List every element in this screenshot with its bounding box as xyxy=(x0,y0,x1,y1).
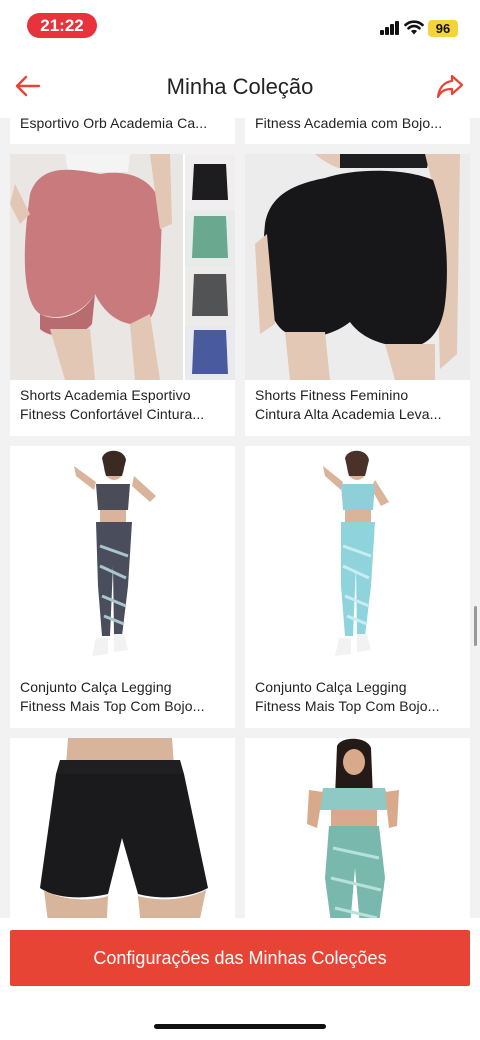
product-title-line: Shorts Academia Esportivo xyxy=(20,387,191,403)
product-image xyxy=(245,446,470,672)
page-title: Minha Coleção xyxy=(166,74,314,99)
product-card[interactable]: Conjunto Calça Legging Fitness Mais Top … xyxy=(10,446,235,728)
product-image xyxy=(245,154,470,380)
share-arrow-icon[interactable] xyxy=(434,70,466,102)
status-bar: 21:22 96 xyxy=(0,0,480,52)
product-image xyxy=(10,738,235,918)
product-image xyxy=(245,738,470,918)
product-title-line: Conjunto Calça Legging xyxy=(20,679,172,695)
product-card[interactable] xyxy=(10,738,235,918)
status-time: 21:22 xyxy=(27,13,97,38)
product-card[interactable]: Shorts Fitness Feminino Cintura Alta Aca… xyxy=(245,154,470,436)
product-title-line: Esportivo Orb Academia Ca... xyxy=(20,118,208,131)
product-image xyxy=(10,446,235,672)
screen: 21:22 96 Minha Coleção Esportivo Orb Aca… xyxy=(0,0,480,1040)
home-indicator xyxy=(154,1024,326,1029)
footer-bar: Configurações das Minhas Coleções xyxy=(0,918,480,1040)
collection-settings-button[interactable]: Configurações das Minhas Coleções xyxy=(10,930,470,986)
product-title-line: Fitness Academia com Bojo... xyxy=(255,118,443,131)
wifi-icon xyxy=(404,20,424,35)
product-title-line: Fitness Confortável Cintura... xyxy=(20,405,205,422)
product-title-line: Cintura Alta Academia Leva... xyxy=(255,405,442,422)
product-card[interactable]: Shorts Academia Esportivo Fitness Confor… xyxy=(10,154,235,436)
app-header: Minha Coleção xyxy=(0,52,480,118)
product-title-line: Conjunto Calça Legging xyxy=(255,679,407,695)
product-card[interactable]: Fitness Academia com Bojo... xyxy=(245,118,470,144)
cellular-signal-icon xyxy=(380,21,400,35)
product-image xyxy=(10,154,235,380)
product-card[interactable] xyxy=(245,738,470,918)
battery-icon: 96 xyxy=(428,20,458,37)
product-title-line: Fitness Mais Top Com Bojo... xyxy=(20,697,205,714)
scrollbar-thumb[interactable] xyxy=(474,606,477,646)
product-card[interactable]: Conjunto Calça Legging Fitness Mais Top … xyxy=(245,446,470,728)
product-grid: Esportivo Orb Academia Ca... Fitness Aca… xyxy=(0,118,480,918)
product-title-line: Shorts Fitness Feminino xyxy=(255,387,409,403)
product-title-line: Fitness Mais Top Com Bojo... xyxy=(255,697,440,714)
product-card[interactable]: Esportivo Orb Academia Ca... xyxy=(10,118,235,144)
